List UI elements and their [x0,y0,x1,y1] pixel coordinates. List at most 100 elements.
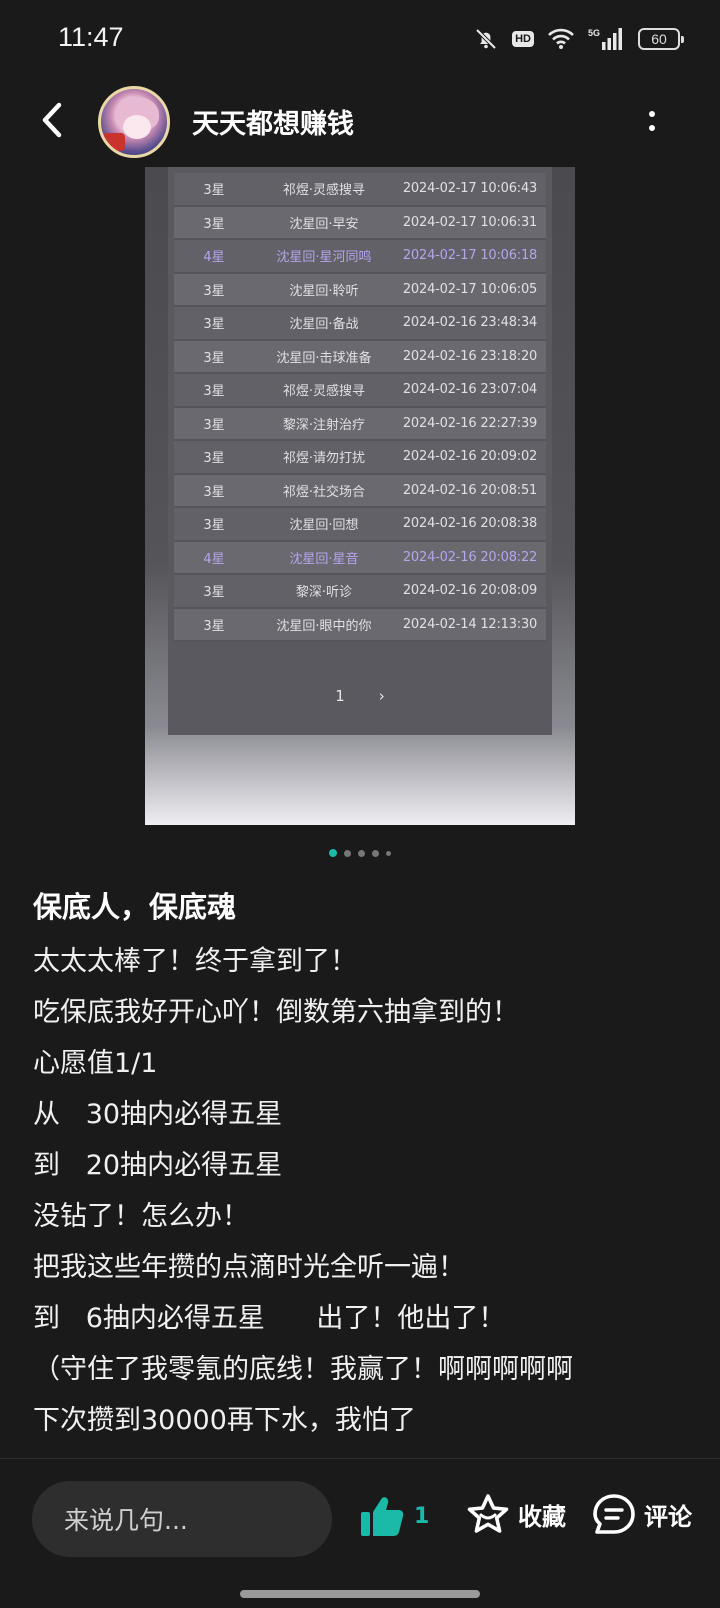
record-rarity: 3星 [203,283,225,299]
thumbs-up-icon [361,1497,404,1536]
comment-label: 评论 [644,1502,692,1531]
more-dot-icon [649,125,655,131]
carousel-indicator [0,849,720,857]
record-rarity: 3星 [203,518,225,534]
favorite-button[interactable]: 收藏 [466,1493,566,1535]
post-text-line: 到 6抽内必得五星 出了！他出了！ [33,1303,506,1334]
record-time: 2024-02-16 20:09:02 [402,449,538,465]
record-card-name: 黎深·注射治疗 [282,417,366,433]
record-time: 2024-02-14 12:13:30 [402,616,538,632]
comment-button[interactable]: 评论 [592,1493,692,1535]
record-card-name: 祁煜·灵感搜寻 [282,183,366,199]
chevron-left-icon [42,102,62,138]
pager-next-icon: › [378,687,385,705]
record-rarity: 3星 [203,451,225,467]
more-dot-icon [649,111,655,117]
record-rarity: 3星 [203,216,225,232]
record-time: 2024-02-16 20:08:09 [402,583,538,599]
carousel-dot[interactable] [358,849,365,857]
gacha-record-row: 4星 沈星回·星河同鸣 2024-02-17 10:06:18 [174,240,546,274]
record-rarity: 4星 [203,250,225,266]
status-time: 11:47 [58,22,124,52]
record-rarity: 3星 [203,384,225,400]
gacha-record-row: 3星 沈星回·聆听 2024-02-17 10:06:05 [174,273,546,307]
post-text-line: （守住了我零氪的底线！我赢了！啊啊啊啊啊 [33,1354,573,1385]
gacha-record-row: 3星 黎深·注射治疗 2024-02-16 22:27:39 [174,407,546,441]
cellular-signal-icon: 5G [588,26,624,52]
post-text-line: 到 20抽内必得五星 [33,1150,283,1181]
record-time: 2024-02-16 23:48:34 [402,315,538,331]
record-card-name: 沈星回·早安 [289,216,359,232]
record-card-name: 沈星回·星河同鸣 [276,250,372,266]
status-bar: 11:47 HD 5G 60 [0,0,720,82]
star-icon [467,1494,509,1533]
like-button[interactable]: 1 [360,1495,429,1537]
favorite-label: 收藏 [518,1502,566,1531]
gacha-record-row: 3星 沈星回·眼中的你 2024-02-14 12:13:30 [174,608,546,642]
battery-indicator: 60 [638,28,684,50]
username[interactable]: 天天都想赚钱 [192,102,354,141]
record-time: 2024-02-16 22:27:39 [402,415,538,431]
bottom-action-bar: 来说几句... 1 收藏 评论 [0,1458,720,1608]
gacha-record-panel: 3星 祁煜·灵感搜寻 2024-02-17 10:06:43 3星 沈星回·早安 2024… [168,167,552,735]
record-time: 2024-02-17 10:06:31 [402,214,538,230]
post-text-line: 从 30抽内必得五星 [33,1099,283,1130]
record-rarity: 4星 [203,551,225,567]
gacha-record-row: 3星 沈星回·回想 2024-02-16 20:08:38 [174,508,546,542]
gacha-record-list: 3星 祁煜·灵感搜寻 2024-02-17 10:06:43 3星 沈星回·早安 2024… [174,173,546,642]
wifi-icon [548,26,574,52]
record-time: 2024-02-17 10:06:43 [402,181,538,197]
record-card-name: 沈星回·眼中的你 [276,618,372,634]
record-rarity: 3星 [203,618,225,634]
record-card-name: 祁煜·灵感搜寻 [282,384,366,400]
home-indicator[interactable] [240,1590,480,1598]
carousel-dot[interactable] [344,849,351,857]
record-card-name: 沈星回·星音 [289,551,359,567]
record-rarity: 3星 [203,484,225,500]
carousel-dot[interactable] [329,849,337,857]
post-text-line: 太太太棒了！终于拿到了！ [33,946,357,977]
post-title: 保底人，保底魂 [33,890,237,924]
post-text-line: 吃保底我好开心吖！倒数第六抽拿到的！ [33,997,519,1028]
post-text-line: 下次攒到30000再下水，我怕了 [33,1405,416,1436]
more-options-button[interactable] [642,104,662,138]
record-time: 2024-02-17 10:06:05 [402,281,538,297]
comment-bubble-icon [593,1494,635,1534]
svg-text:5G: 5G [588,28,600,38]
record-card-name: 沈星回·回想 [289,518,359,534]
back-button[interactable] [34,98,70,142]
record-rarity: 3星 [203,417,225,433]
record-card-name: 沈星回·备战 [289,317,359,333]
post-text-line: 没钻了！怎么办！ [33,1201,249,1232]
post-text-line: 把我这些年攒的点滴时光全听一遍！ [33,1252,465,1283]
gacha-record-row: 3星 黎深·听诊 2024-02-16 20:08:09 [174,575,546,609]
record-card-name: 祁煜·请勿打扰 [282,451,366,467]
gacha-record-row: 4星 沈星回·星音 2024-02-16 20:08:22 [174,541,546,575]
gacha-record-row: 3星 祁煜·灵感搜寻 2024-02-17 10:06:43 [174,173,546,207]
record-time: 2024-02-16 23:07:04 [402,382,538,398]
status-icons: HD 5G 60 [474,26,684,52]
gacha-record-row: 3星 祁煜·社交场合 2024-02-16 20:08:51 [174,474,546,508]
like-count: 1 [414,1503,430,1529]
record-card-name: 黎深·听诊 [295,585,353,601]
gacha-record-row: 3星 祁煜·请勿打扰 2024-02-16 20:09:02 [174,441,546,475]
post-image[interactable]: 3星 祁煜·灵感搜寻 2024-02-17 10:06:43 3星 沈星回·早安 2024… [145,167,575,825]
record-rarity: 3星 [203,317,225,333]
pager-current-page: 1 [335,687,345,705]
record-time: 2024-02-16 23:18:20 [402,348,538,364]
record-time: 2024-02-17 10:06:18 [402,248,538,264]
record-card-name: 祁煜·社交场合 [282,484,366,500]
hd-badge: HD [512,26,534,52]
comment-input[interactable]: 来说几句... [32,1481,332,1557]
record-rarity: 3星 [203,350,225,366]
record-card-name: 沈星回·聆听 [289,283,359,299]
post-header: 天天都想赚钱 [0,82,720,160]
carousel-dot[interactable] [372,849,379,857]
user-avatar[interactable] [98,86,170,158]
pager: 1 › [168,687,552,705]
mute-bell-icon [474,26,498,52]
record-time: 2024-02-16 20:08:22 [402,549,538,565]
carousel-dot[interactable] [386,850,391,856]
record-time: 2024-02-16 20:08:38 [402,516,538,532]
post-body: 保底人，保底魂 太太太棒了！终于拿到了！ 吃保底我好开心吖！倒数第六抽拿到的！ 心愿… [33,886,693,1446]
